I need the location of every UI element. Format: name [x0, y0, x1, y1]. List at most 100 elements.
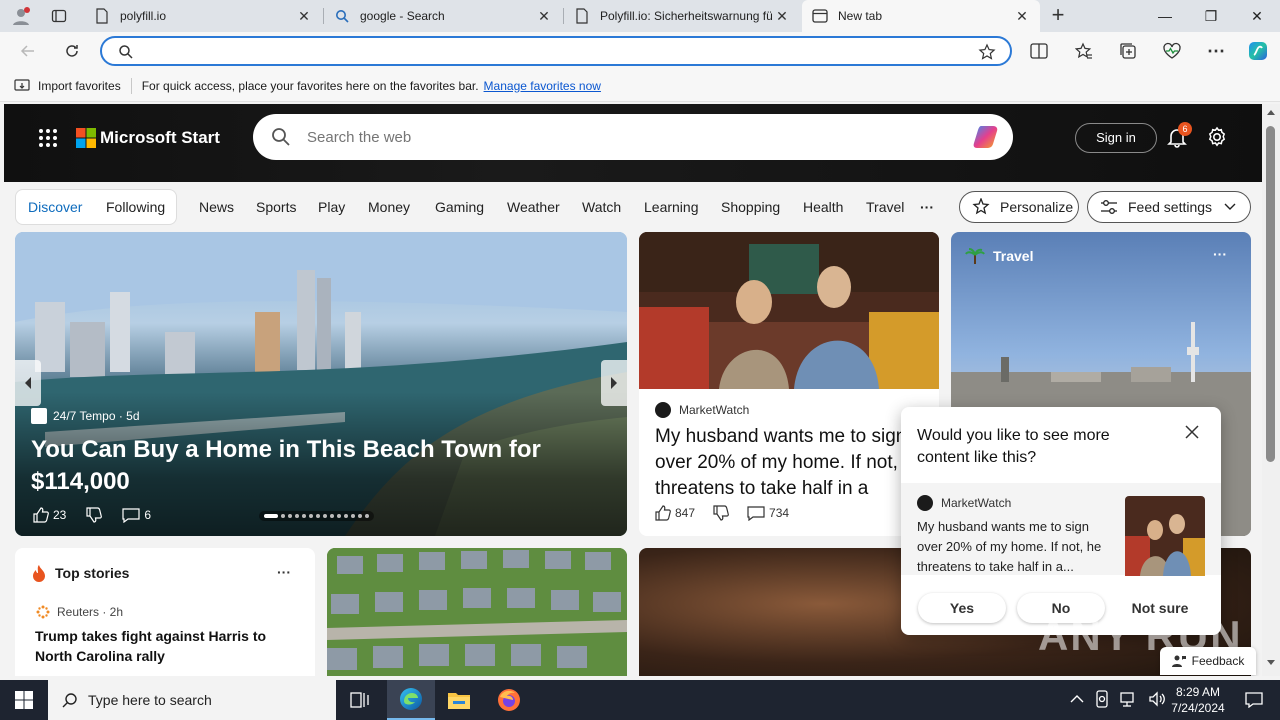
maximize-button[interactable]: ❐ [1188, 0, 1234, 32]
nav-gaming[interactable]: Gaming [435, 199, 484, 215]
carousel-dot[interactable] [351, 514, 355, 518]
address-bar[interactable] [100, 36, 1012, 66]
web-search-box[interactable] [253, 114, 1013, 160]
apps-launcher-icon[interactable] [38, 128, 58, 148]
nav-money[interactable]: Money [368, 199, 410, 215]
close-tab-icon[interactable]: ✕ [774, 8, 790, 25]
nav-health[interactable]: Health [803, 199, 843, 215]
carousel-dot[interactable] [288, 514, 292, 518]
close-tab-icon[interactable]: ✕ [536, 8, 552, 25]
carousel-dot[interactable] [358, 514, 362, 518]
carousel-dot[interactable] [316, 514, 320, 518]
taskbar-search-box[interactable]: Type here to search [48, 680, 336, 720]
carousel-dot[interactable] [337, 514, 341, 518]
minimize-button[interactable]: — [1142, 0, 1188, 32]
carousel-dot[interactable] [295, 514, 299, 518]
network-icon[interactable] [1120, 690, 1138, 708]
tab-actions-button[interactable] [48, 6, 70, 26]
nav-travel[interactable]: Travel [866, 199, 904, 215]
tab-polyfill[interactable]: polyfill.io ✕ [84, 0, 322, 32]
manage-favorites-link[interactable]: Manage favorites now [484, 79, 601, 93]
start-button[interactable] [0, 680, 48, 720]
edge-taskbar-button[interactable] [387, 680, 435, 720]
hero-headline[interactable]: You Can Buy a Home in This Beach Town fo… [31, 434, 551, 498]
address-input[interactable] [142, 41, 962, 61]
dislike-button[interactable] [86, 507, 103, 523]
profile-avatar[interactable] [8, 4, 34, 28]
close-tab-icon[interactable]: ✕ [1014, 8, 1030, 25]
top-stories-more-button[interactable]: ··· [277, 564, 291, 580]
carousel-dot[interactable] [365, 514, 369, 518]
story-card-marketwatch[interactable]: MarketWatch My husband wants me to sign … [639, 232, 939, 536]
microsoft-logo-icon [76, 128, 96, 148]
clock[interactable]: 8:29 AM 7/24/2024 [1160, 684, 1236, 716]
top-story-headline[interactable]: Trump takes fight against Harris to Nort… [35, 626, 305, 666]
show-hidden-icons-button[interactable] [1070, 692, 1084, 707]
tab-polyfill-warning[interactable]: Polyfill.io: Sicherheitswarnung fü ✕ [564, 0, 800, 32]
settings-button[interactable] [1206, 126, 1230, 150]
sign-in-button[interactable]: Sign in [1075, 123, 1157, 153]
firefox-taskbar-button[interactable] [485, 680, 533, 720]
web-search-input[interactable] [307, 126, 907, 148]
comments-button[interactable]: 6 [122, 507, 151, 523]
nav-shopping[interactable]: Shopping [721, 199, 780, 215]
nav-sports[interactable]: Sports [256, 199, 296, 215]
scroll-down-arrow-icon[interactable] [1267, 660, 1275, 665]
split-screen-button[interactable] [1023, 35, 1055, 67]
like-button[interactable]: 23 [33, 507, 66, 523]
favorite-star-icon[interactable] [978, 43, 996, 61]
story-headline[interactable]: My husband wants me to sign over 20% of … [655, 424, 931, 502]
favorites-button[interactable] [1068, 35, 1100, 67]
nav-weather[interactable]: Weather [507, 199, 560, 215]
dislike-button[interactable] [713, 505, 729, 521]
action-center-button[interactable] [1230, 680, 1278, 720]
nav-watch[interactable]: Watch [582, 199, 621, 215]
new-tab-button[interactable]: + [1044, 2, 1072, 30]
carousel-next-button[interactable] [601, 360, 627, 406]
browser-essentials-button[interactable] [1156, 35, 1188, 67]
back-button[interactable] [12, 35, 44, 67]
nav-more-button[interactable]: ··· [920, 199, 934, 215]
copilot-button[interactable] [1242, 35, 1274, 67]
carousel-dot-active[interactable] [264, 514, 278, 518]
microsoft-start-logo[interactable]: Microsoft Start [76, 128, 220, 148]
close-window-button[interactable]: ✕ [1234, 0, 1280, 32]
device-icon[interactable] [1094, 690, 1110, 708]
carousel-dot[interactable] [344, 514, 348, 518]
carousel-prev-button[interactable] [15, 360, 41, 406]
carousel-dot[interactable] [281, 514, 285, 518]
feedback-button[interactable]: Feedback [1160, 647, 1256, 675]
refresh-button[interactable] [56, 35, 88, 67]
personalize-button[interactable]: Personalize [959, 191, 1079, 223]
scrollbar-thumb[interactable] [1266, 126, 1275, 462]
popup-close-button[interactable] [1185, 425, 1205, 445]
comments-button[interactable]: 734 [747, 505, 789, 521]
tab-discover[interactable]: Discover [28, 199, 82, 215]
like-button[interactable]: 847 [655, 505, 695, 521]
carousel-dot[interactable] [330, 514, 334, 518]
popup-yes-button[interactable]: Yes [918, 593, 1006, 623]
carousel-dot[interactable] [302, 514, 306, 518]
carousel-dot[interactable] [323, 514, 327, 518]
notifications-button[interactable]: 6 [1166, 122, 1192, 150]
feed-settings-button[interactable]: Feed settings [1087, 191, 1251, 223]
travel-more-button[interactable]: ··· [1213, 246, 1227, 262]
nav-learning[interactable]: Learning [644, 199, 699, 215]
collections-button[interactable] [1112, 35, 1144, 67]
housing-story-card[interactable] [327, 548, 627, 676]
task-view-button[interactable] [336, 680, 384, 720]
import-favorites-button[interactable]: Import favorites [14, 79, 121, 93]
close-tab-icon[interactable]: ✕ [296, 8, 312, 25]
nav-news[interactable]: News [199, 199, 234, 215]
nav-play[interactable]: Play [318, 199, 345, 215]
scroll-up-arrow-icon[interactable] [1267, 110, 1275, 115]
tab-following[interactable]: Following [106, 199, 165, 215]
copilot-icon[interactable] [971, 122, 1003, 152]
carousel-dot[interactable] [309, 514, 313, 518]
file-explorer-taskbar-button[interactable] [435, 680, 483, 720]
settings-more-button[interactable]: ⋯ [1200, 35, 1232, 67]
tab-new-tab[interactable]: New tab ✕ [802, 0, 1040, 32]
hero-carousel-card[interactable]: 24/7 Tempo · 5d You Can Buy a Home in Th… [15, 232, 627, 536]
page-scrollbar[interactable] [1262, 104, 1280, 676]
tab-google-search[interactable]: google - Search ✕ [324, 0, 562, 32]
